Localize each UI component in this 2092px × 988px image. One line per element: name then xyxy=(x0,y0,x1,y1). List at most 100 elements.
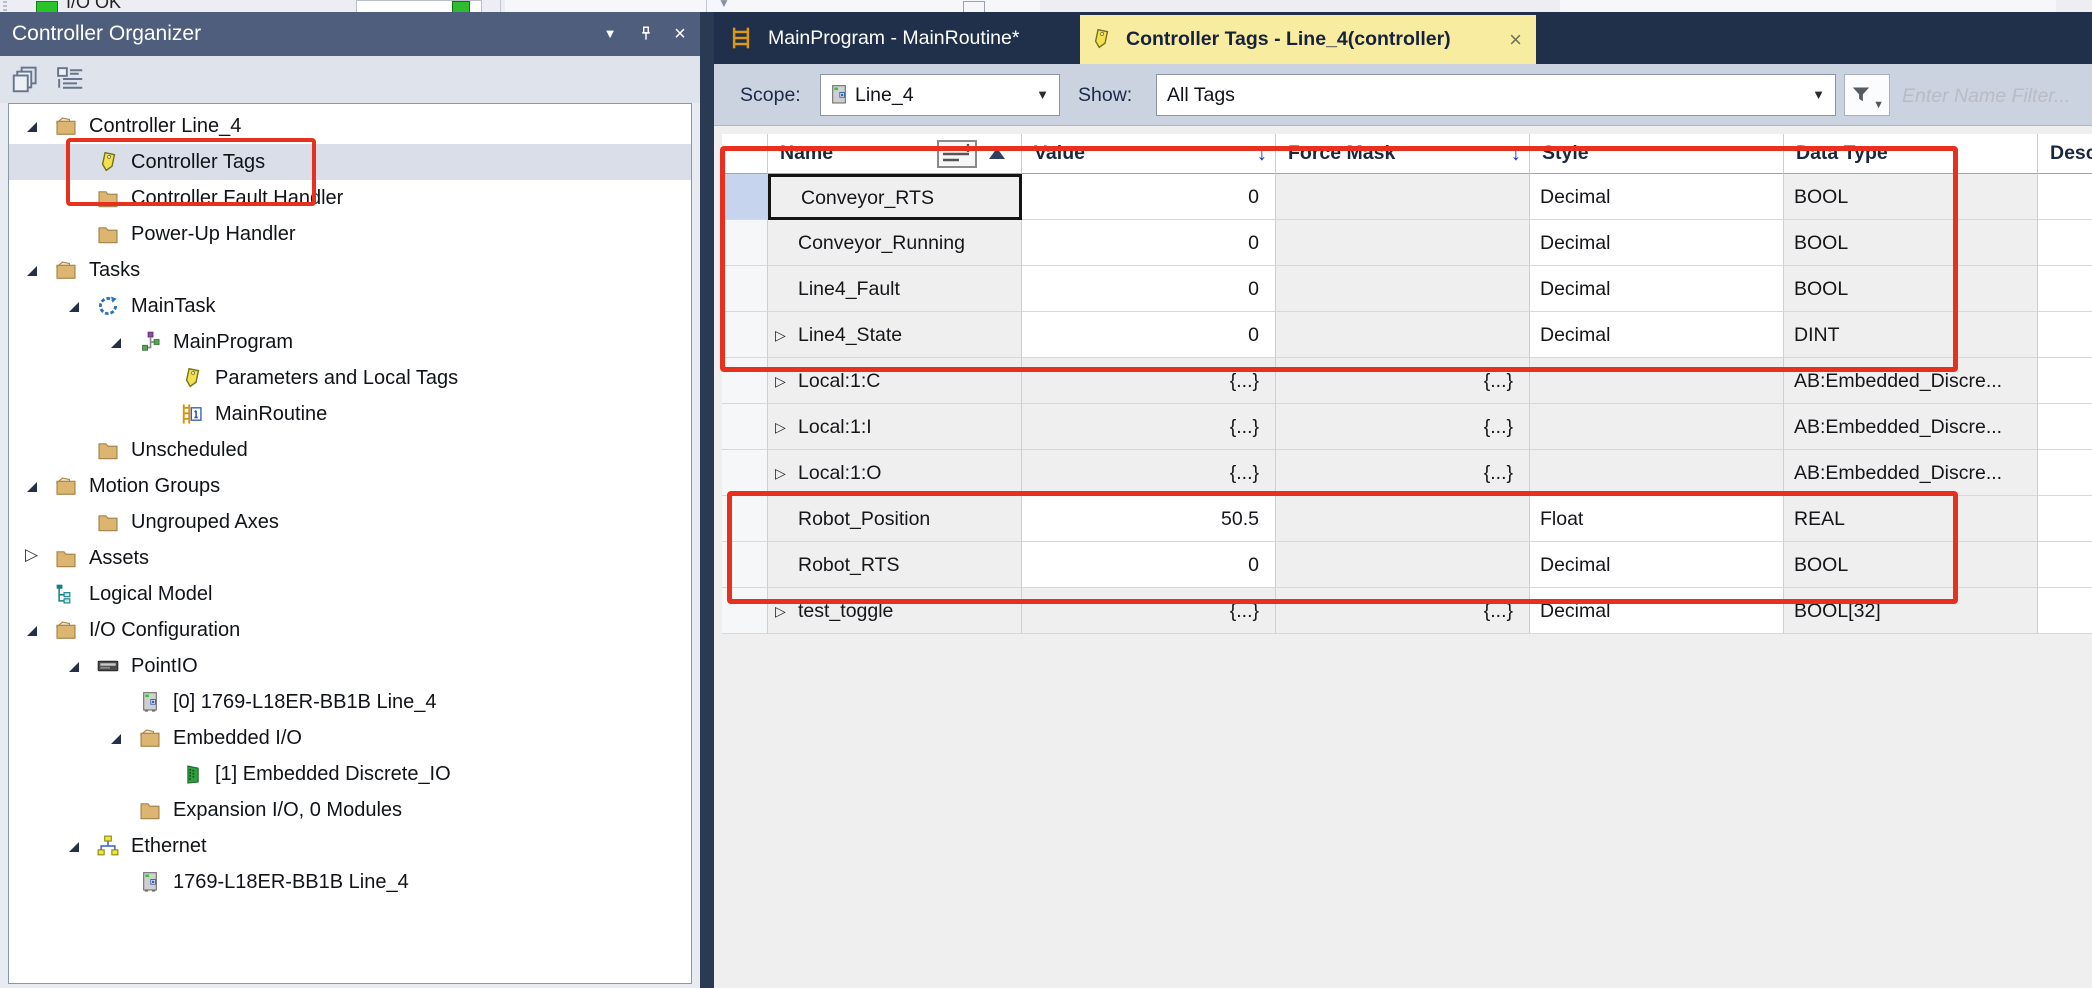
controller-icon xyxy=(139,691,161,713)
tree-item-1769-l18er-bb1b-line-4[interactable]: 1769-L18ER-BB1B Line_4 xyxy=(9,864,691,900)
collapse-all-button[interactable] xyxy=(12,65,48,95)
expand-arrow-icon[interactable] xyxy=(69,662,79,672)
name-filter-input[interactable] xyxy=(1900,74,2092,118)
io-ok-status-text: I/O OK xyxy=(66,0,121,12)
scope-dropdown[interactable]: Line_4 ▼ xyxy=(820,74,1060,116)
expand-arrow-icon[interactable] xyxy=(69,842,79,852)
tree-item-label: 1769-L18ER-BB1B Line_4 xyxy=(173,864,409,900)
expand-list-icon xyxy=(56,65,84,93)
cell-description[interactable] xyxy=(2038,496,2092,542)
controller-icon xyxy=(139,871,161,893)
tree-item-expansion-i-o-0-modules[interactable]: Expansion I/O, 0 Modules xyxy=(9,792,691,828)
folder-icon xyxy=(97,511,119,533)
tree-item-parameters-and-local-tags[interactable]: Parameters and Local Tags xyxy=(9,360,691,396)
row-selector[interactable] xyxy=(722,404,768,450)
chevron-down-icon[interactable]: ▼ xyxy=(596,12,624,56)
cell-force-mask[interactable]: {...} xyxy=(1276,404,1530,450)
mainroutine-icon xyxy=(181,403,203,425)
annotation-box-controller-tags xyxy=(66,138,316,206)
tree-item-embedded-i-o[interactable]: Embedded I/O xyxy=(9,720,691,756)
tree-item-power-up-handler[interactable]: Power-Up Handler xyxy=(9,216,691,252)
expand-arrow-icon[interactable] xyxy=(27,266,37,276)
cell-data-type[interactable]: AB:Embedded_Discre... xyxy=(1784,450,2038,496)
cell-force-mask[interactable]: {...} xyxy=(1276,450,1530,496)
cell-name[interactable]: ▷Local:1:I xyxy=(768,404,1022,450)
scope-label: Scope: xyxy=(740,64,801,126)
tree-item-maintask[interactable]: MainTask xyxy=(9,288,691,324)
tree-item-label: Ethernet xyxy=(131,828,207,864)
tree-item-unscheduled[interactable]: Unscheduled xyxy=(9,432,691,468)
close-icon[interactable]: × xyxy=(666,12,694,56)
tree-item-label: Unscheduled xyxy=(131,432,248,468)
expand-arrow-icon[interactable] xyxy=(27,482,37,492)
expand-row-icon[interactable]: ▷ xyxy=(775,404,786,450)
tree-item-label: [1] Embedded Discrete_IO xyxy=(215,756,451,792)
cell-description[interactable] xyxy=(2038,312,2092,358)
tree-item-logical-model[interactable]: Logical Model xyxy=(9,576,691,612)
tree-item-ungrouped-axes[interactable]: Ungrouped Axes xyxy=(9,504,691,540)
cell-description[interactable] xyxy=(2038,450,2092,496)
cell-description[interactable] xyxy=(2038,358,2092,404)
tree-item-label: MainProgram xyxy=(173,324,293,360)
tag-icon xyxy=(181,367,203,389)
cell-description[interactable] xyxy=(2038,174,2092,220)
expand-arrow-icon[interactable] xyxy=(27,122,37,132)
organizer-view-button[interactable] xyxy=(56,65,92,95)
close-icon[interactable]: × xyxy=(1509,15,1522,64)
folder-icon xyxy=(97,223,119,245)
pin-icon[interactable] xyxy=(632,12,660,56)
collapse-arrow-icon[interactable]: ▷ xyxy=(25,545,38,565)
copy-pages-icon xyxy=(12,65,40,93)
cell-style[interactable] xyxy=(1530,404,1784,450)
cell-description[interactable] xyxy=(2038,588,2092,634)
tag-editor-toolbar: Scope: Line_4 ▼ Show: All Tags ▼ ▼ xyxy=(714,64,2092,126)
expand-arrow-icon[interactable] xyxy=(27,626,37,636)
cell-style[interactable] xyxy=(1530,450,1784,496)
tree-item-ethernet[interactable]: Ethernet xyxy=(9,828,691,864)
name-filter-button[interactable]: ▼ xyxy=(1844,74,1890,116)
expand-row-icon[interactable]: ▷ xyxy=(775,450,786,496)
cell-name[interactable]: ▷Local:1:O xyxy=(768,450,1022,496)
panel-splitter[interactable] xyxy=(700,12,714,988)
tree-item-label: MainTask xyxy=(131,288,215,324)
expand-arrow-icon[interactable] xyxy=(69,302,79,312)
tree-item-assets[interactable]: ▷Assets xyxy=(9,540,691,576)
cell-description[interactable] xyxy=(2038,266,2092,312)
column-header-description[interactable]: Description xyxy=(2038,134,2092,174)
cell-description[interactable] xyxy=(2038,542,2092,588)
tree-item-label: PointIO xyxy=(131,648,198,684)
cell-description[interactable] xyxy=(2038,404,2092,450)
tree-item-1-embedded-discrete-io[interactable]: [1] Embedded Discrete_IO xyxy=(9,756,691,792)
show-dropdown[interactable]: All Tags ▼ xyxy=(1156,74,1836,116)
tree-item-pointio[interactable]: PointIO xyxy=(9,648,691,684)
tab-mainprogram-mainroutine[interactable]: MainProgram - MainRoutine* xyxy=(722,12,1074,64)
tree-item-mainprogram[interactable]: MainProgram xyxy=(9,324,691,360)
cell-data-type[interactable]: AB:Embedded_Discre... xyxy=(1784,404,2038,450)
cell-description[interactable] xyxy=(2038,220,2092,266)
controller-icon xyxy=(828,84,850,106)
tree-item-i-o-configuration[interactable]: I/O Configuration xyxy=(9,612,691,648)
annotation-box-robot-rows xyxy=(727,491,1958,604)
tree-item-label: Ungrouped Axes xyxy=(131,504,279,540)
tree-item-label: MainRoutine xyxy=(215,396,327,432)
tab-label: MainProgram - MainRoutine* xyxy=(768,12,1019,64)
tree-item-tasks[interactable]: Tasks xyxy=(9,252,691,288)
tree-item-label: Parameters and Local Tags xyxy=(215,360,458,396)
row-selector[interactable] xyxy=(722,450,768,496)
tree-item-0-1769-l18er-bb1b-line-4[interactable]: [0] 1769-L18ER-BB1B Line_4 xyxy=(9,684,691,720)
tree-item-label: Motion Groups xyxy=(89,468,220,504)
organizer-toolbar xyxy=(0,56,700,103)
header-label: Description xyxy=(2050,134,2092,173)
tree-item-mainroutine[interactable]: MainRoutine xyxy=(9,396,691,432)
tag-name-text: Local:1:C xyxy=(798,370,880,392)
cell-value[interactable]: {...} xyxy=(1022,404,1276,450)
tab-controller-tags[interactable]: Controller Tags - Line_4(controller) × xyxy=(1080,15,1536,64)
expand-arrow-icon[interactable] xyxy=(111,338,121,348)
toolbar-button-fragment xyxy=(963,1,985,12)
tree-item-motion-groups[interactable]: Motion Groups xyxy=(9,468,691,504)
folder-open-icon xyxy=(55,259,77,281)
controller-organizer-tree: Controller Line_4Controller TagsControll… xyxy=(8,103,692,984)
cell-value[interactable]: {...} xyxy=(1022,450,1276,496)
chevron-down-icon: ▼ xyxy=(1873,99,1884,111)
expand-arrow-icon[interactable] xyxy=(111,734,121,744)
